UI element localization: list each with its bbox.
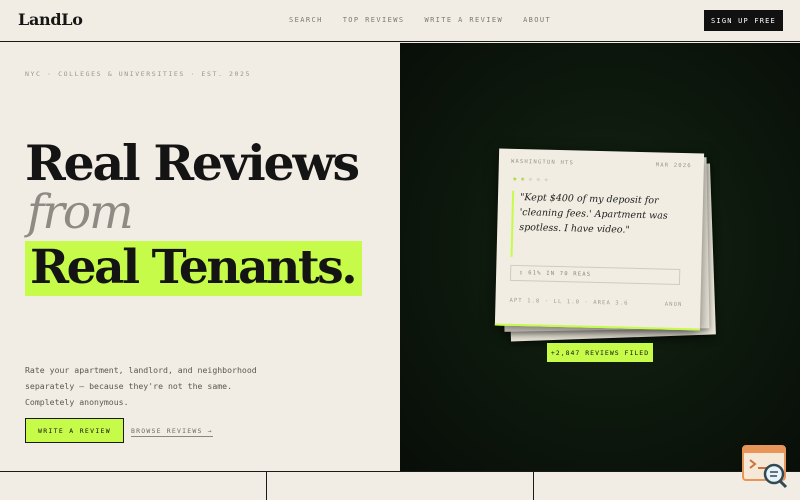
star-filled-icon: ★ [512, 173, 518, 183]
terminal-search-icon[interactable] [741, 443, 789, 489]
hero-left: NYC · COLLEGES & UNIVERSITIES · EST. 202… [0, 43, 400, 471]
star-empty-icon: ★ [543, 174, 549, 184]
headline-line-1: Real Reviews [25, 134, 360, 192]
review-scores: APT 1.8 · LL 1.0 · AREA 3.6 [509, 297, 629, 307]
nav-link-write-review[interactable]: WRITE A REVIEW [424, 16, 503, 24]
hero-eyebrow: NYC · COLLEGES & UNIVERSITIES · EST. 202… [25, 70, 252, 78]
nav-links: SEARCH TOP REVIEWS WRITE A REVIEW ABOUT [289, 16, 551, 24]
star-filled-icon: ★ [520, 174, 526, 184]
bottom-strip [0, 471, 800, 500]
card-header: WASHINGTON HTS MAR 2026 [511, 159, 692, 169]
reviews-count-badge: +2,847 REVIEWS FILED [547, 343, 653, 362]
review-stat-box: ▯ 61% IN 70 REAS [509, 264, 681, 285]
logo[interactable]: LandLo [18, 10, 83, 29]
top-nav: LandLo SEARCH TOP REVIEWS WRITE A REVIEW… [0, 0, 800, 42]
bottom-divider-2 [533, 472, 534, 500]
hero-description: Rate your apartment, landlord, and neigh… [25, 365, 257, 407]
bottom-divider-1 [266, 472, 267, 500]
review-quote: "Kept $400 of my deposit for 'cleaning f… [519, 192, 668, 236]
nav-link-search[interactable]: SEARCH [289, 16, 323, 24]
quote-accent-bar [510, 190, 515, 257]
star-empty-icon: ★ [535, 174, 541, 184]
review-location: WASHINGTON HTS [510, 158, 575, 167]
star-rating: ★ ★ ★ ★ ★ [512, 173, 549, 184]
headline-line-2: from [27, 185, 134, 240]
review-date: MAR 2026 [655, 162, 692, 170]
card-footer: APT 1.8 · LL 1.0 · AREA 3.6 ANON [509, 298, 682, 308]
headline-highlight: Real Tenants. [25, 241, 362, 296]
write-review-button[interactable]: WRITE A REVIEW [25, 418, 124, 443]
hero-right: WASHINGTON HTS MAR 2026 ★ ★ ★ ★ ★ "Kept $400… [400, 43, 800, 471]
browse-reviews-link[interactable]: BROWSE REVIEWS → [131, 427, 213, 437]
nav-link-top-reviews[interactable]: TOP REVIEWS [343, 16, 405, 24]
review-author: ANON [664, 301, 683, 309]
headline-line-3: Real Tenants. [30, 240, 358, 295]
review-card[interactable]: WASHINGTON HTS MAR 2026 ★ ★ ★ ★ ★ "Kept $400… [494, 148, 705, 331]
signup-button[interactable]: SIGN UP FREE [704, 10, 783, 31]
star-empty-icon: ★ [528, 174, 534, 184]
nav-link-about[interactable]: ABOUT [523, 16, 551, 24]
